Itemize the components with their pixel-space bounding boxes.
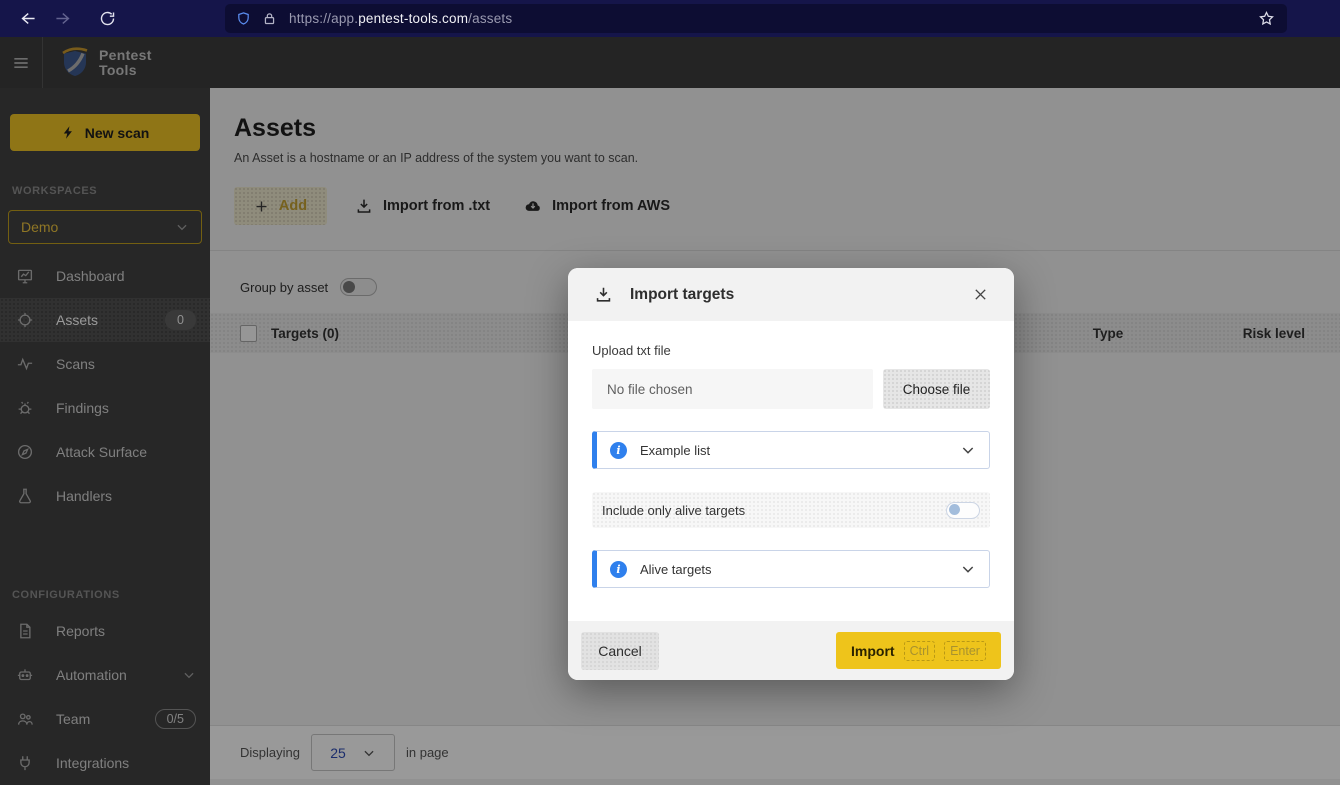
browser-back-button[interactable]: [12, 4, 42, 34]
url-bar[interactable]: https://app.pentest-tools.com/assets: [225, 4, 1287, 33]
chevron-down-icon: [960, 442, 976, 458]
file-name-field: No file chosen: [592, 369, 873, 409]
modal-close-button[interactable]: [969, 283, 992, 306]
alive-targets-accordion[interactable]: i Alive targets: [592, 550, 990, 588]
info-icon: i: [610, 442, 627, 459]
reload-icon: [99, 10, 116, 27]
chevron-down-icon: [960, 561, 976, 577]
ctrl-key-hint: Ctrl: [904, 641, 935, 661]
close-icon: [973, 287, 988, 302]
info-icon: i: [610, 561, 627, 578]
modal-body: Upload txt file No file chosen Choose fi…: [568, 321, 1014, 588]
browser-reload-button[interactable]: [92, 4, 122, 34]
import-targets-modal: Import targets Upload txt file No file c…: [568, 268, 1014, 680]
bookmark-star-icon[interactable]: [1258, 10, 1275, 27]
file-upload-row: No file chosen Choose file: [592, 369, 990, 409]
include-alive-targets-row: Include only alive targets: [592, 492, 990, 528]
forward-arrow-icon: [55, 10, 72, 27]
lock-icon[interactable]: [262, 11, 277, 26]
tracking-protection-shield-icon[interactable]: [236, 11, 251, 26]
back-arrow-icon: [19, 10, 36, 27]
modal-header: Import targets: [568, 268, 1014, 321]
choose-file-button[interactable]: Choose file: [883, 369, 990, 409]
upload-txt-file-label: Upload txt file: [592, 343, 990, 358]
example-list-label: Example list: [640, 443, 710, 458]
modal-footer: Cancel Import Ctrl Enter: [568, 621, 1014, 680]
example-list-accordion[interactable]: i Example list: [592, 431, 990, 469]
url-text: https://app.pentest-tools.com/assets: [289, 11, 512, 26]
browser-forward-button[interactable]: [48, 4, 78, 34]
modal-title: Import targets: [630, 286, 734, 304]
import-download-icon: [594, 285, 613, 304]
include-alive-targets-label: Include only alive targets: [602, 503, 745, 518]
cancel-button[interactable]: Cancel: [581, 632, 659, 670]
browser-chrome: https://app.pentest-tools.com/assets: [0, 0, 1340, 37]
include-alive-targets-toggle[interactable]: [946, 502, 980, 519]
enter-key-hint: Enter: [944, 641, 986, 661]
import-button[interactable]: Import Ctrl Enter: [836, 632, 1001, 669]
alive-targets-label: Alive targets: [640, 562, 712, 577]
